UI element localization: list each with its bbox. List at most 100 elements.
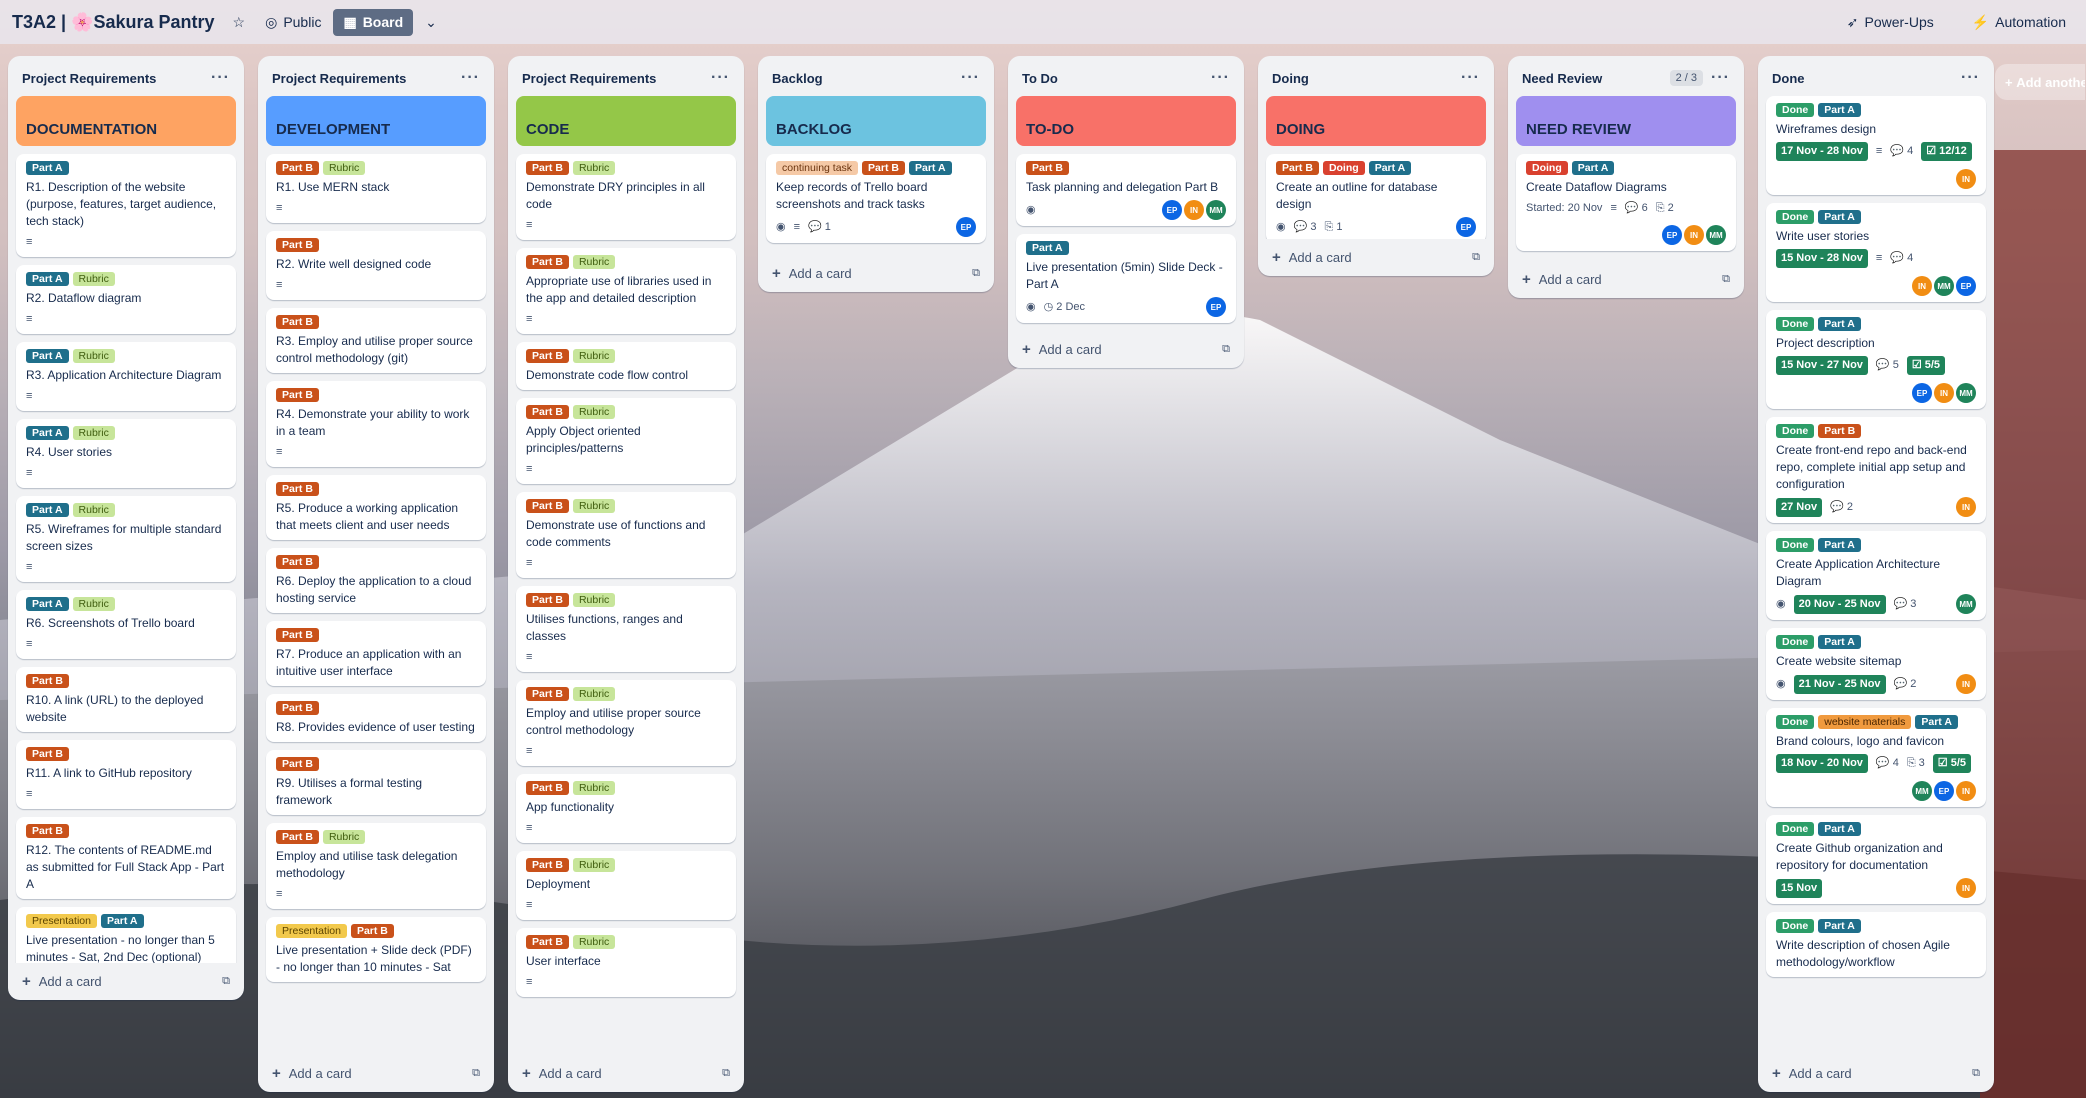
template-icon[interactable]: ⧉	[222, 975, 230, 988]
due-date-badge[interactable]: 15 Nov	[1776, 878, 1823, 898]
avatar[interactable]: MM	[1206, 200, 1226, 220]
card[interactable]: Done website materials Part A Brand colours…	[1766, 708, 1986, 807]
card[interactable]: continuing task Part B Part A Keep records …	[766, 154, 986, 243]
due-date-badge[interactable]: 15 Nov - 27 Nov	[1776, 356, 1868, 375]
avatar[interactable]: IN	[1956, 781, 1976, 801]
list-cover-card[interactable]: DEVELOPMENT	[266, 96, 486, 146]
card[interactable]: Part B Rubric User interface ≡	[516, 928, 736, 997]
card-label[interactable]: Part A	[26, 503, 69, 517]
avatar[interactable]: IN	[1956, 169, 1976, 189]
card-label[interactable]: Part B	[526, 405, 569, 419]
more-icon[interactable]: ···	[961, 69, 980, 87]
card-label[interactable]: Rubric	[72, 597, 115, 611]
card[interactable]: Done Part A Create Github organization and…	[1766, 815, 1986, 904]
avatar[interactable]: IN	[1956, 497, 1976, 517]
card-label[interactable]: Part A	[26, 349, 69, 363]
card-label[interactable]: Rubric	[572, 255, 616, 269]
list-cover-card[interactable]: DOCUMENTATION	[16, 96, 236, 146]
card[interactable]: Part B Task planning and delegation Part …	[1016, 154, 1236, 226]
card-label[interactable]: Part A	[1818, 919, 1861, 933]
card[interactable]: Part B R2. Write well designed code ≡	[266, 231, 486, 300]
avatar[interactable]: IN	[1934, 383, 1954, 403]
card-label[interactable]: Part B	[276, 161, 319, 175]
list-title[interactable]: Backlog	[772, 71, 961, 86]
card[interactable]: Done Part B Create front-end repo and back…	[1766, 417, 1986, 523]
card[interactable]: Part B Rubric Appropriate use of libraries…	[516, 248, 736, 334]
list-header[interactable]: Project Requirements ···	[264, 62, 488, 94]
list-header[interactable]: Done ···	[1764, 62, 1988, 94]
card[interactable]: Part B R4. Demonstrate your ability to wo…	[266, 381, 486, 467]
card-label[interactable]: continuing task	[776, 161, 859, 175]
card-label[interactable]: Part B	[526, 349, 569, 363]
add-card-button[interactable]: + Add a card ⧉	[264, 1055, 488, 1092]
list-cover-card[interactable]: BACKLOG	[766, 96, 986, 146]
due-date-badge[interactable]: 17 Nov - 28 Nov	[1776, 142, 1868, 161]
card-label[interactable]: Part B	[276, 555, 319, 569]
card-label[interactable]: Part B	[276, 388, 319, 402]
list-header[interactable]: Doing ···	[1264, 62, 1488, 94]
card-label[interactable]: Part A	[26, 597, 69, 611]
automation-button[interactable]: ⚡ Automation	[1964, 10, 2074, 35]
template-icon[interactable]: ⧉	[1222, 343, 1230, 356]
list-header[interactable]: To Do ···	[1014, 62, 1238, 94]
avatar[interactable]: MM	[1934, 276, 1954, 296]
card-label[interactable]: Part B	[276, 238, 319, 252]
card[interactable]: Part A Rubric R5. Wireframes for multiple …	[16, 496, 236, 582]
card-label[interactable]: Done	[1776, 822, 1815, 836]
card[interactable]: Part A Rubric R6. Screenshots of Trello bo…	[16, 590, 236, 659]
card[interactable]: Part B R10. A link (URL) to the deployed …	[16, 667, 236, 732]
add-card-button[interactable]: + Add a card ⧉	[1014, 331, 1238, 368]
card-label[interactable]: Part B	[26, 824, 69, 838]
card-label[interactable]: Part A	[1818, 538, 1861, 552]
list-header[interactable]: Need Review 2 / 3 ···	[1514, 62, 1738, 94]
due-date-badge[interactable]: ◷ 2 Dec	[1044, 299, 1085, 316]
card-label[interactable]: Rubric	[572, 858, 616, 872]
card-label[interactable]: Part A	[1026, 241, 1069, 255]
card-label[interactable]: Part A	[1818, 210, 1861, 224]
card[interactable]: Part B Rubric Deployment ≡	[516, 851, 736, 920]
avatar[interactable]: EP	[1456, 217, 1476, 237]
card-label[interactable]: Part A	[1915, 715, 1958, 729]
card-label[interactable]: Done	[1776, 635, 1815, 649]
card-label[interactable]: Rubric	[72, 426, 115, 440]
avatar[interactable]: EP	[1912, 383, 1932, 403]
due-date-badge[interactable]: 20 Nov - 25 Nov	[1793, 594, 1886, 614]
card-label[interactable]: Rubric	[572, 935, 616, 949]
card-label[interactable]: Presentation	[276, 924, 347, 938]
more-icon[interactable]: ···	[1961, 69, 1980, 87]
card-label[interactable]: Part B	[526, 161, 569, 175]
card[interactable]: Part B R7. Produce an application with an…	[266, 621, 486, 686]
card-label[interactable]: Part A	[1818, 103, 1861, 117]
card-label[interactable]: Rubric	[572, 593, 616, 607]
template-icon[interactable]: ⧉	[1472, 251, 1480, 264]
card[interactable]: Part B Rubric Utilises functions, ranges a…	[516, 586, 736, 672]
card-label[interactable]: Part A	[26, 426, 69, 440]
due-date-badge[interactable]: 27 Nov	[1776, 497, 1823, 517]
card-label[interactable]: Part A	[100, 914, 144, 928]
card-label[interactable]: Rubric	[572, 499, 616, 513]
template-icon[interactable]: ⧉	[722, 1067, 730, 1080]
card-label[interactable]: Part B	[276, 830, 319, 844]
list-title[interactable]: Doing	[1272, 71, 1461, 86]
card-label[interactable]: Part A	[1571, 161, 1615, 175]
card[interactable]: Presentation Part B Live presentation + Sl…	[266, 917, 486, 982]
card[interactable]: Part B R8. Provides evidence of user test…	[266, 694, 486, 742]
list-title[interactable]: Need Review	[1522, 71, 1670, 86]
card-label[interactable]: Doing	[1322, 161, 1365, 175]
card[interactable]: Part B R3. Employ and utilise proper sour…	[266, 308, 486, 373]
list-header[interactable]: Project Requirements ···	[514, 62, 738, 94]
list-cover-card[interactable]: TO-DO	[1016, 96, 1236, 146]
card-label[interactable]: Part B	[276, 315, 319, 329]
card-label[interactable]: Part A	[1818, 317, 1861, 331]
list-title[interactable]: Project Requirements	[22, 71, 211, 86]
list-title[interactable]: Project Requirements	[522, 71, 711, 86]
card-label[interactable]: Part B	[526, 255, 569, 269]
card[interactable]: Part B Rubric R1. Use MERN stack ≡	[266, 154, 486, 223]
card[interactable]: Presentation Part A Live presentation - no…	[16, 907, 236, 963]
card[interactable]: Done Part A Wireframes design 17 Nov - 28 N…	[1766, 96, 1986, 195]
card[interactable]: Done Part A Create website sitemap ◉ 21 Nov …	[1766, 628, 1986, 700]
card[interactable]: Done Part A Write description of chosen Ag…	[1766, 912, 1986, 977]
add-card-button[interactable]: + Add a card ⧉	[1264, 239, 1488, 276]
due-date-badge[interactable]: 15 Nov - 28 Nov	[1776, 249, 1868, 268]
more-icon[interactable]: ···	[1461, 69, 1480, 87]
